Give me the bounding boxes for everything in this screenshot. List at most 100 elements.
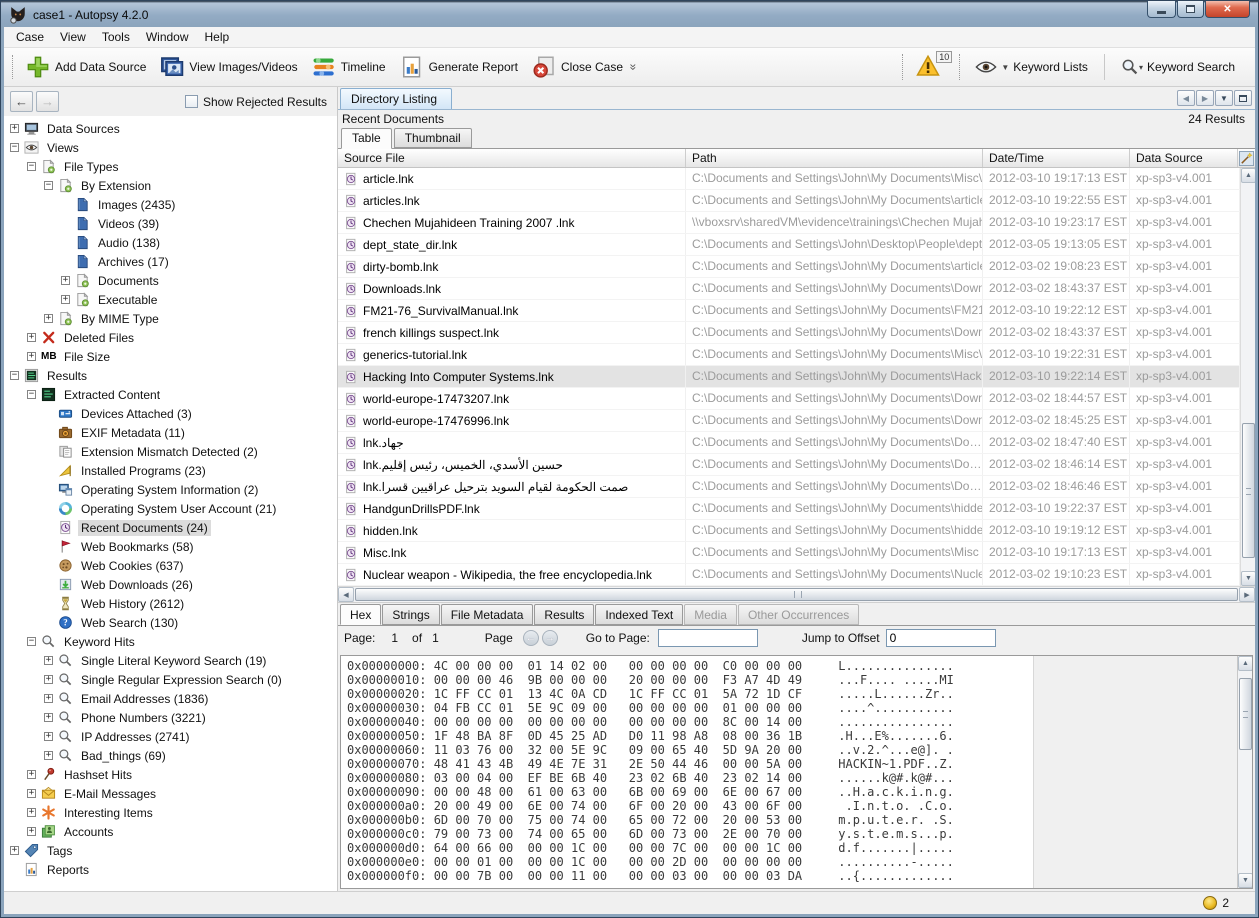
table-row[interactable]: جهاد.lnkC:\Documents and Settings\John\M… bbox=[338, 432, 1240, 454]
scroll-up-arrow[interactable]: ▲ bbox=[1238, 656, 1253, 671]
tree-item-by-mime-type[interactable]: +By MIME Type bbox=[4, 309, 337, 328]
scrollbar-thumb[interactable] bbox=[1242, 423, 1255, 558]
tree-item-devices-attached-3[interactable]: Devices Attached (3) bbox=[4, 404, 337, 423]
tab-file-metadata[interactable]: File Metadata bbox=[441, 604, 534, 625]
tree-expander-minus-icon[interactable]: − bbox=[44, 181, 53, 190]
tree-item-web-history-2612[interactable]: Web History (2612) bbox=[4, 594, 337, 613]
menu-help[interactable]: Help bbox=[197, 27, 238, 47]
tree-expander-plus-icon[interactable]: + bbox=[61, 276, 70, 285]
timeline-button[interactable]: Timeline bbox=[305, 52, 393, 82]
scroll-tabs-left-button[interactable]: ◀ bbox=[1177, 90, 1195, 106]
tab-strings[interactable]: Strings bbox=[382, 604, 439, 625]
table-row[interactable]: صمت الحكومة لقيام السويد بترحيل عراقيين … bbox=[338, 476, 1240, 498]
tab-table[interactable]: Table bbox=[341, 128, 392, 149]
scroll-tabs-right-button[interactable]: ▶ bbox=[1196, 90, 1214, 106]
tree-item-bad-things-69[interactable]: +Bad_things (69) bbox=[4, 746, 337, 765]
tree-item-tags[interactable]: +Tags bbox=[4, 841, 337, 860]
column-header-data-source[interactable]: Data Source bbox=[1130, 149, 1238, 167]
table-row[interactable]: french killings suspect.lnkC:\Documents … bbox=[338, 322, 1240, 344]
tree-item-ip-addresses-2741[interactable]: +IP Addresses (2741) bbox=[4, 727, 337, 746]
tab-results[interactable]: Results bbox=[534, 604, 594, 625]
column-header-datetime[interactable]: Date/Time bbox=[983, 149, 1130, 167]
table-row[interactable]: articles.lnkC:\Documents and Settings\Jo… bbox=[338, 190, 1240, 212]
table-row[interactable]: world-europe-17476996.lnkC:\Documents an… bbox=[338, 410, 1240, 432]
tree-item-web-downloads-26[interactable]: Web Downloads (26) bbox=[4, 575, 337, 594]
scroll-right-arrow[interactable]: ▶ bbox=[1239, 587, 1255, 602]
tree-expander-plus-icon[interactable]: + bbox=[27, 827, 36, 836]
chevron-expand-icon[interactable]: » bbox=[626, 64, 640, 71]
table-row[interactable]: world-europe-17473207.lnkC:\Documents an… bbox=[338, 388, 1240, 410]
tree-expander-minus-icon[interactable]: − bbox=[27, 390, 36, 399]
ingest-warnings-button[interactable]: 10 bbox=[912, 52, 950, 83]
tree-expander-plus-icon[interactable]: + bbox=[27, 333, 36, 342]
tree-item-installed-programs-23[interactable]: Installed Programs (23) bbox=[4, 461, 337, 480]
tree-item-file-types[interactable]: −File Types bbox=[4, 157, 337, 176]
tree-expander-minus-icon[interactable]: − bbox=[10, 143, 19, 152]
tree-item-web-cookies-637[interactable]: Web Cookies (637) bbox=[4, 556, 337, 575]
tree-item-single-regular-expression-search-0[interactable]: +Single Regular Expression Search (0) bbox=[4, 670, 337, 689]
tree-expander-plus-icon[interactable]: + bbox=[61, 295, 70, 304]
tree-expander-plus-icon[interactable]: + bbox=[27, 352, 36, 361]
toolbar-grip[interactable] bbox=[12, 55, 13, 79]
tree-item-by-extension[interactable]: −By Extension bbox=[4, 176, 337, 195]
scrollbar-thumb[interactable] bbox=[1239, 678, 1252, 750]
tree-item-file-size[interactable]: +MBFile Size bbox=[4, 347, 337, 366]
hex-vertical-scrollbar[interactable]: ▲ ▼ bbox=[1237, 656, 1252, 888]
tree-item-audio-138[interactable]: Audio (138) bbox=[4, 233, 337, 252]
table-horizontal-scrollbar[interactable]: ◀ ▶ bbox=[338, 586, 1255, 602]
minimize-button[interactable] bbox=[1147, 1, 1176, 18]
tab-list-dropdown-button[interactable]: ▼ bbox=[1215, 90, 1233, 106]
tree-item-reports[interactable]: Reports bbox=[4, 860, 337, 879]
tree-expander-minus-icon[interactable]: − bbox=[27, 162, 36, 171]
tree-item-web-search-130[interactable]: ?Web Search (130) bbox=[4, 613, 337, 632]
tree-item-web-bookmarks-58[interactable]: Web Bookmarks (58) bbox=[4, 537, 337, 556]
tree-expander-plus-icon[interactable]: + bbox=[44, 694, 53, 703]
tree-item-extracted-content[interactable]: −Extracted Content bbox=[4, 385, 337, 404]
tab-directory-listing[interactable]: Directory Listing bbox=[340, 88, 452, 109]
back-button[interactable]: ← bbox=[10, 91, 33, 112]
next-page-button[interactable]: → bbox=[542, 630, 558, 646]
tree-item-deleted-files[interactable]: +Deleted Files bbox=[4, 328, 337, 347]
tree-item-results[interactable]: −Results bbox=[4, 366, 337, 385]
tree-expander-plus-icon[interactable]: + bbox=[44, 751, 53, 760]
tree-item-interesting-items[interactable]: +Interesting Items bbox=[4, 803, 337, 822]
goto-page-input[interactable] bbox=[658, 629, 758, 647]
tab-thumbnail[interactable]: Thumbnail bbox=[394, 128, 472, 148]
keyword-lists-button[interactable]: ▼ Keyword Lists bbox=[969, 54, 1094, 80]
table-row[interactable]: hidden.lnkC:\Documents and Settings\John… bbox=[338, 520, 1240, 542]
column-header-source-file[interactable]: Source File bbox=[338, 149, 686, 167]
add-data-source-button[interactable]: Add Data Source bbox=[19, 52, 153, 82]
tree-expander-plus-icon[interactable]: + bbox=[44, 656, 53, 665]
tree-item-accounts[interactable]: +Accounts bbox=[4, 822, 337, 841]
scrollbar-thumb[interactable] bbox=[355, 588, 1238, 601]
tree-item-data-sources[interactable]: +Data Sources bbox=[4, 119, 337, 138]
maximize-button[interactable] bbox=[1177, 1, 1204, 18]
tab-hex[interactable]: Hex bbox=[340, 604, 381, 625]
tree-item-documents[interactable]: +Documents bbox=[4, 271, 337, 290]
tree-expander-plus-icon[interactable]: + bbox=[27, 808, 36, 817]
table-row[interactable]: Nuclear weapon - Wikipedia, the free enc… bbox=[338, 564, 1240, 586]
table-row[interactable]: Chechen Mujahideen Training 2007 .lnk\\v… bbox=[338, 212, 1240, 234]
scroll-up-arrow[interactable]: ▲ bbox=[1241, 168, 1255, 183]
table-row[interactable]: article.lnkC:\Documents and Settings\Joh… bbox=[338, 168, 1240, 190]
tree-expander-plus-icon[interactable]: + bbox=[27, 770, 36, 779]
maximize-panel-button[interactable] bbox=[1234, 90, 1252, 106]
tree-item-phone-numbers-3221[interactable]: +Phone Numbers (3221) bbox=[4, 708, 337, 727]
table-row[interactable]: Hacking Into Computer Systems.lnkC:\Docu… bbox=[338, 366, 1240, 388]
table-row[interactable]: dept_state_dir.lnkC:\Documents and Setti… bbox=[338, 234, 1240, 256]
table-settings-button[interactable] bbox=[1238, 149, 1254, 167]
tree-expander-plus-icon[interactable]: + bbox=[44, 713, 53, 722]
table-row[interactable]: HandgunDrillsPDF.lnkC:\Documents and Set… bbox=[338, 498, 1240, 520]
tree-expander-plus-icon[interactable]: + bbox=[10, 124, 19, 133]
show-rejected-checkbox[interactable] bbox=[185, 95, 198, 108]
menu-window[interactable]: Window bbox=[138, 27, 197, 47]
table-row[interactable]: Downloads.lnkC:\Documents and Settings\J… bbox=[338, 278, 1240, 300]
tab-indexed-text[interactable]: Indexed Text bbox=[595, 604, 683, 625]
table-vertical-scrollbar[interactable]: ▲ ▼ bbox=[1240, 168, 1255, 586]
close-case-button[interactable]: Close Case» bbox=[525, 52, 644, 82]
tree-item-e-mail-messages[interactable]: +E-Mail Messages bbox=[4, 784, 337, 803]
tree-item-views[interactable]: −Views bbox=[4, 138, 337, 157]
column-header-path[interactable]: Path bbox=[686, 149, 983, 167]
tree-item-email-addresses-1836[interactable]: +Email Addresses (1836) bbox=[4, 689, 337, 708]
scroll-down-arrow[interactable]: ▼ bbox=[1241, 571, 1255, 586]
